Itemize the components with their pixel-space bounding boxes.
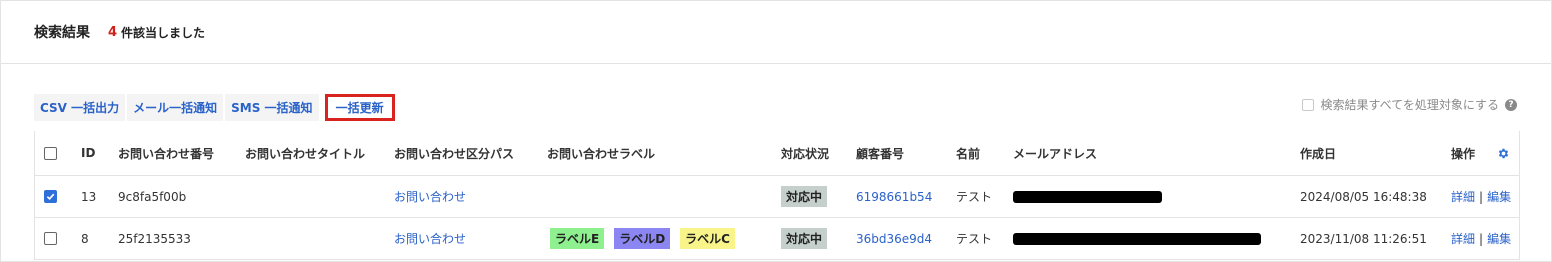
column-header-created[interactable]: 作成日 [1300,131,1336,175]
column-header-labels[interactable]: お問い合わせラベル [547,131,655,175]
sms-notify-button[interactable]: SMS 一括通知 [225,94,319,121]
row-checkbox[interactable] [44,232,57,245]
edit-link[interactable]: 編集 [1487,188,1511,205]
csv-export-button[interactable]: CSV 一括出力 [34,94,126,121]
table-row: 13 9c8fa5f00b お問い合わせ 対応中 6198661b54 テスト … [35,176,1519,218]
detail-link[interactable]: 詳細 [1451,230,1475,247]
redaction-mark [1013,190,1162,203]
row-customer-link[interactable]: 36bd36e9d4 [856,218,932,259]
column-header-name[interactable]: 名前 [956,131,980,175]
row-status-cell: 対応中 [781,218,828,259]
row-checkbox-cell [44,176,57,217]
results-title: 検索結果 [34,25,90,41]
row-email-redacted [1013,218,1261,259]
row-id: 8 [81,231,89,246]
row-checkbox-cell [44,218,57,259]
column-header-actions: 操作 [1451,146,1476,161]
bulk-action-toolbar: CSV 一括出力 メール一括通知 SMS 一括通知 一括更新 [34,94,395,121]
column-header-status[interactable]: 対応状況 [781,131,829,175]
column-header-path[interactable]: お問い合わせ区分パス [394,131,514,175]
row-email-redacted [1013,176,1162,217]
action-separator: | [1479,231,1484,246]
select-all-results-label: 検索結果すべてを処理対象にする [1320,98,1499,112]
header-checkbox-cell [44,131,57,175]
row-id: 13 [81,189,97,204]
mail-notify-button[interactable]: メール一括通知 [127,94,224,121]
row-path-link[interactable]: お問い合わせ [394,218,466,259]
column-header-number[interactable]: お問い合わせ番号 [118,131,214,175]
search-results-panel: 検索結果 4 件該当しました CSV 一括出力 メール一括通知 SMS 一括通知… [0,0,1552,262]
status-badge: 対応中 [781,186,828,207]
row-actions: 詳細 | 編集 [1451,218,1511,259]
row-actions: 詳細 | 編集 [1451,176,1511,217]
row-number: 25f2135533 [118,231,191,246]
bulk-update-button[interactable]: 一括更新 [324,94,395,121]
row-number: 9c8fa5f00b [118,189,187,204]
column-header-email[interactable]: メールアドレス [1013,131,1097,175]
results-count-suffix: 件該当しました [121,25,206,40]
select-all-results: 検索結果すべてを処理対象にする ? [1302,96,1517,113]
label-tag: ラベルD [614,228,671,249]
select-all-rows-checkbox[interactable] [44,146,57,160]
table-row: 8 25f2135533 お問い合わせ ラベルE ラベルD ラベルC 対応中 3… [35,218,1519,260]
label-tag: ラベルE [550,228,605,249]
redaction-mark [1013,232,1261,245]
column-header-title[interactable]: お問い合わせタイトル [245,131,365,175]
row-created: 2023/11/08 11:26:51 [1300,231,1427,246]
action-separator: | [1479,189,1484,204]
select-all-results-checkbox[interactable] [1302,98,1315,111]
results-header: 検索結果 4 件該当しました [1,1,1551,64]
label-tag: ラベルC [680,228,735,249]
check-icon [46,193,55,201]
row-created: 2024/08/05 16:48:38 [1300,189,1427,204]
row-status-cell: 対応中 [781,176,828,217]
row-checkbox[interactable] [44,190,57,203]
help-icon[interactable]: ? [1505,98,1517,111]
column-header-customer[interactable]: 顧客番号 [856,131,904,175]
column-header-id[interactable]: ID [81,131,95,175]
gear-icon[interactable] [1497,131,1510,175]
row-labels: ラベルE ラベルD ラベルC [550,218,745,259]
row-name: テスト [956,232,993,246]
results-table: ID お問い合わせ番号 お問い合わせタイトル お問い合わせ区分パス お問い合わせ… [34,131,1520,260]
row-customer-link[interactable]: 6198661b54 [856,176,932,217]
row-name: テスト [956,190,993,204]
edit-link[interactable]: 編集 [1487,230,1511,247]
table-header-row: ID お問い合わせ番号 お問い合わせタイトル お問い合わせ区分パス お問い合わせ… [35,131,1519,176]
results-count: 4 [108,24,118,40]
detail-link[interactable]: 詳細 [1451,188,1475,205]
status-badge: 対応中 [781,228,828,249]
row-path-link[interactable]: お問い合わせ [394,176,466,217]
